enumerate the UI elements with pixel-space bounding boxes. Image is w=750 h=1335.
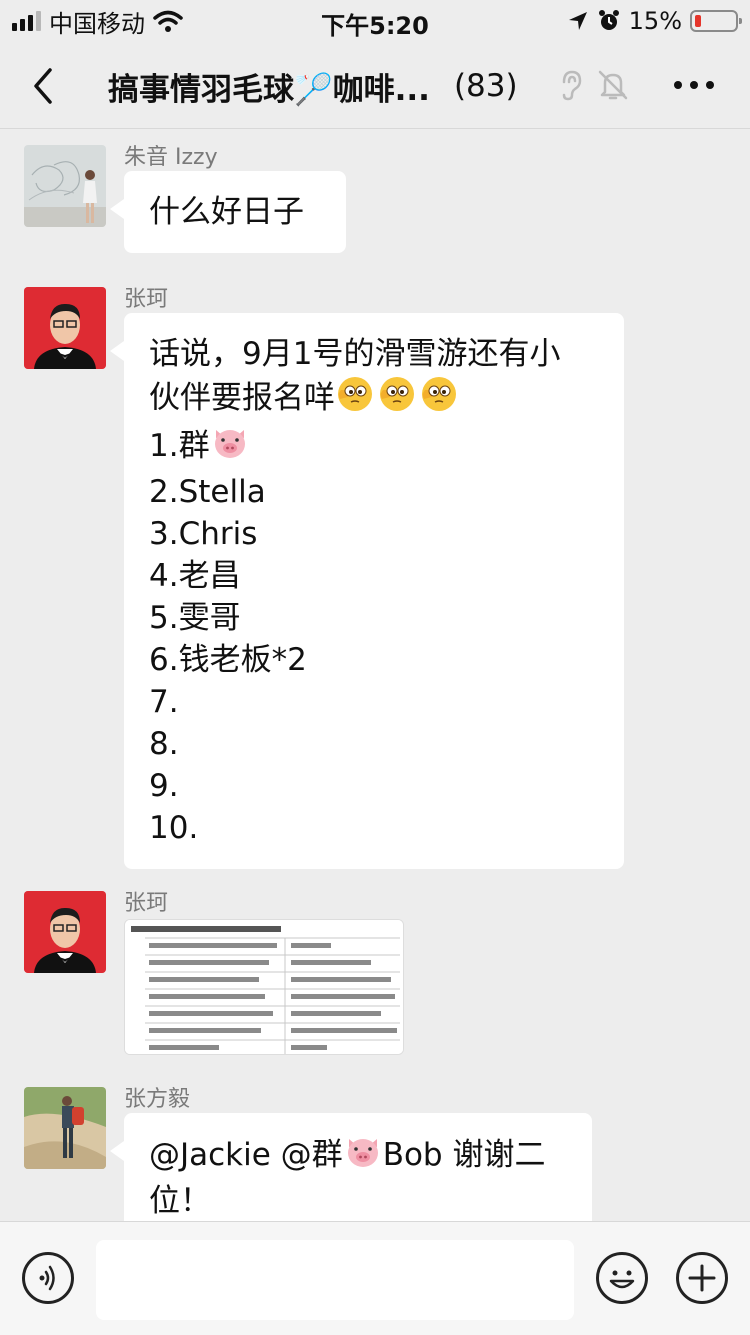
avatar[interactable] (24, 1087, 106, 1169)
battery-percent: 15% (628, 7, 682, 35)
schedule-table-image (125, 920, 403, 1054)
message-text-line-with-emoji: 伙伴要报名咩 (149, 375, 599, 424)
message-text-line: 10. (149, 810, 199, 846)
avatar[interactable] (24, 287, 106, 369)
message-text-line: @Jackie @群 (149, 1137, 343, 1173)
message-list[interactable]: 朱音 Izzy 什么好日子 张珂 话说，9月1号的滑雪游还有小 伙伴要报名咩 1… (0, 129, 750, 1221)
more-icon[interactable] (674, 72, 714, 98)
emoji-button[interactable] (596, 1252, 648, 1304)
emoji-icon (609, 1270, 635, 1289)
pig-emoji-icon (210, 424, 250, 471)
message-text-line: 话说，9月1号的滑雪游还有小 (149, 336, 561, 372)
alarm-icon (598, 10, 619, 30)
message-text-line: 1.群 (149, 428, 210, 464)
status-right: 15% (567, 6, 742, 36)
battery-icon (690, 10, 742, 32)
message-text-line: 3.Chris (149, 516, 258, 552)
member-count: (83) (453, 68, 518, 104)
image-message[interactable] (124, 919, 404, 1055)
message-text-line: 4.老昌 (149, 558, 241, 594)
message-bubble[interactable]: 话说，9月1号的滑雪游还有小 伙伴要报名咩 1.群 2.Stella 3.Chr… (110, 313, 624, 869)
message-text-line: 位！ (149, 1183, 211, 1219)
sender-name: 朱音 Izzy (124, 145, 218, 170)
input-bar (0, 1221, 750, 1335)
message-bubble[interactable]: 什么好日子 (110, 171, 346, 253)
message-text-line-with-emoji: @Jackie @群 Bob 谢谢二 (149, 1133, 567, 1180)
sender-name: 张方毅 (124, 1087, 191, 1112)
plus-button[interactable] (676, 1252, 728, 1304)
pig-emoji-icon (343, 1133, 383, 1180)
avatar[interactable] (24, 145, 106, 227)
dizzy-face-emoji-icon (335, 375, 377, 424)
chat-title-group[interactable]: 搞事情羽毛球🏸咖啡... (83) (108, 64, 518, 108)
sender-name: 张珂 (124, 891, 169, 916)
message-text-line: 5.雯哥 (149, 600, 241, 636)
message-text-line: 9. (149, 768, 179, 804)
message-text-line: 伙伴要报名咩 (149, 380, 335, 416)
back-icon[interactable] (28, 64, 68, 108)
voice-button[interactable] (22, 1252, 74, 1304)
header-status-icons (556, 68, 630, 102)
dizzy-face-emoji-icon (419, 375, 461, 424)
chat-header: 搞事情羽毛球🏸咖啡... (83) (0, 42, 750, 129)
message-text-line: 8. (149, 726, 179, 762)
message-text-line: 6.钱老板*2 (149, 642, 307, 678)
message-bubble[interactable]: @Jackie @群 Bob 谢谢二 位！ (110, 1113, 592, 1221)
message-input[interactable] (96, 1240, 574, 1320)
message-text-line: Bob 谢谢二 (382, 1137, 546, 1173)
message-text-line: 7. (149, 684, 179, 720)
status-bar: 中国移动 下午5:20 15% (0, 0, 750, 42)
message-text-line-with-emoji: 1.群 (149, 424, 599, 471)
plus-icon (688, 1264, 716, 1292)
avatar[interactable] (24, 891, 106, 973)
location-icon (568, 12, 587, 30)
mute-bell-icon (598, 70, 628, 100)
sender-name: 张珂 (124, 287, 169, 312)
message-text-line: 2.Stella (149, 474, 266, 510)
dizzy-face-emoji-icon (377, 375, 419, 424)
chat-title: 搞事情羽毛球🏸咖啡... (108, 71, 430, 108)
ear-icon (562, 70, 582, 101)
message-text: 什么好日子 (149, 194, 304, 230)
voice-icon (39, 1265, 55, 1291)
